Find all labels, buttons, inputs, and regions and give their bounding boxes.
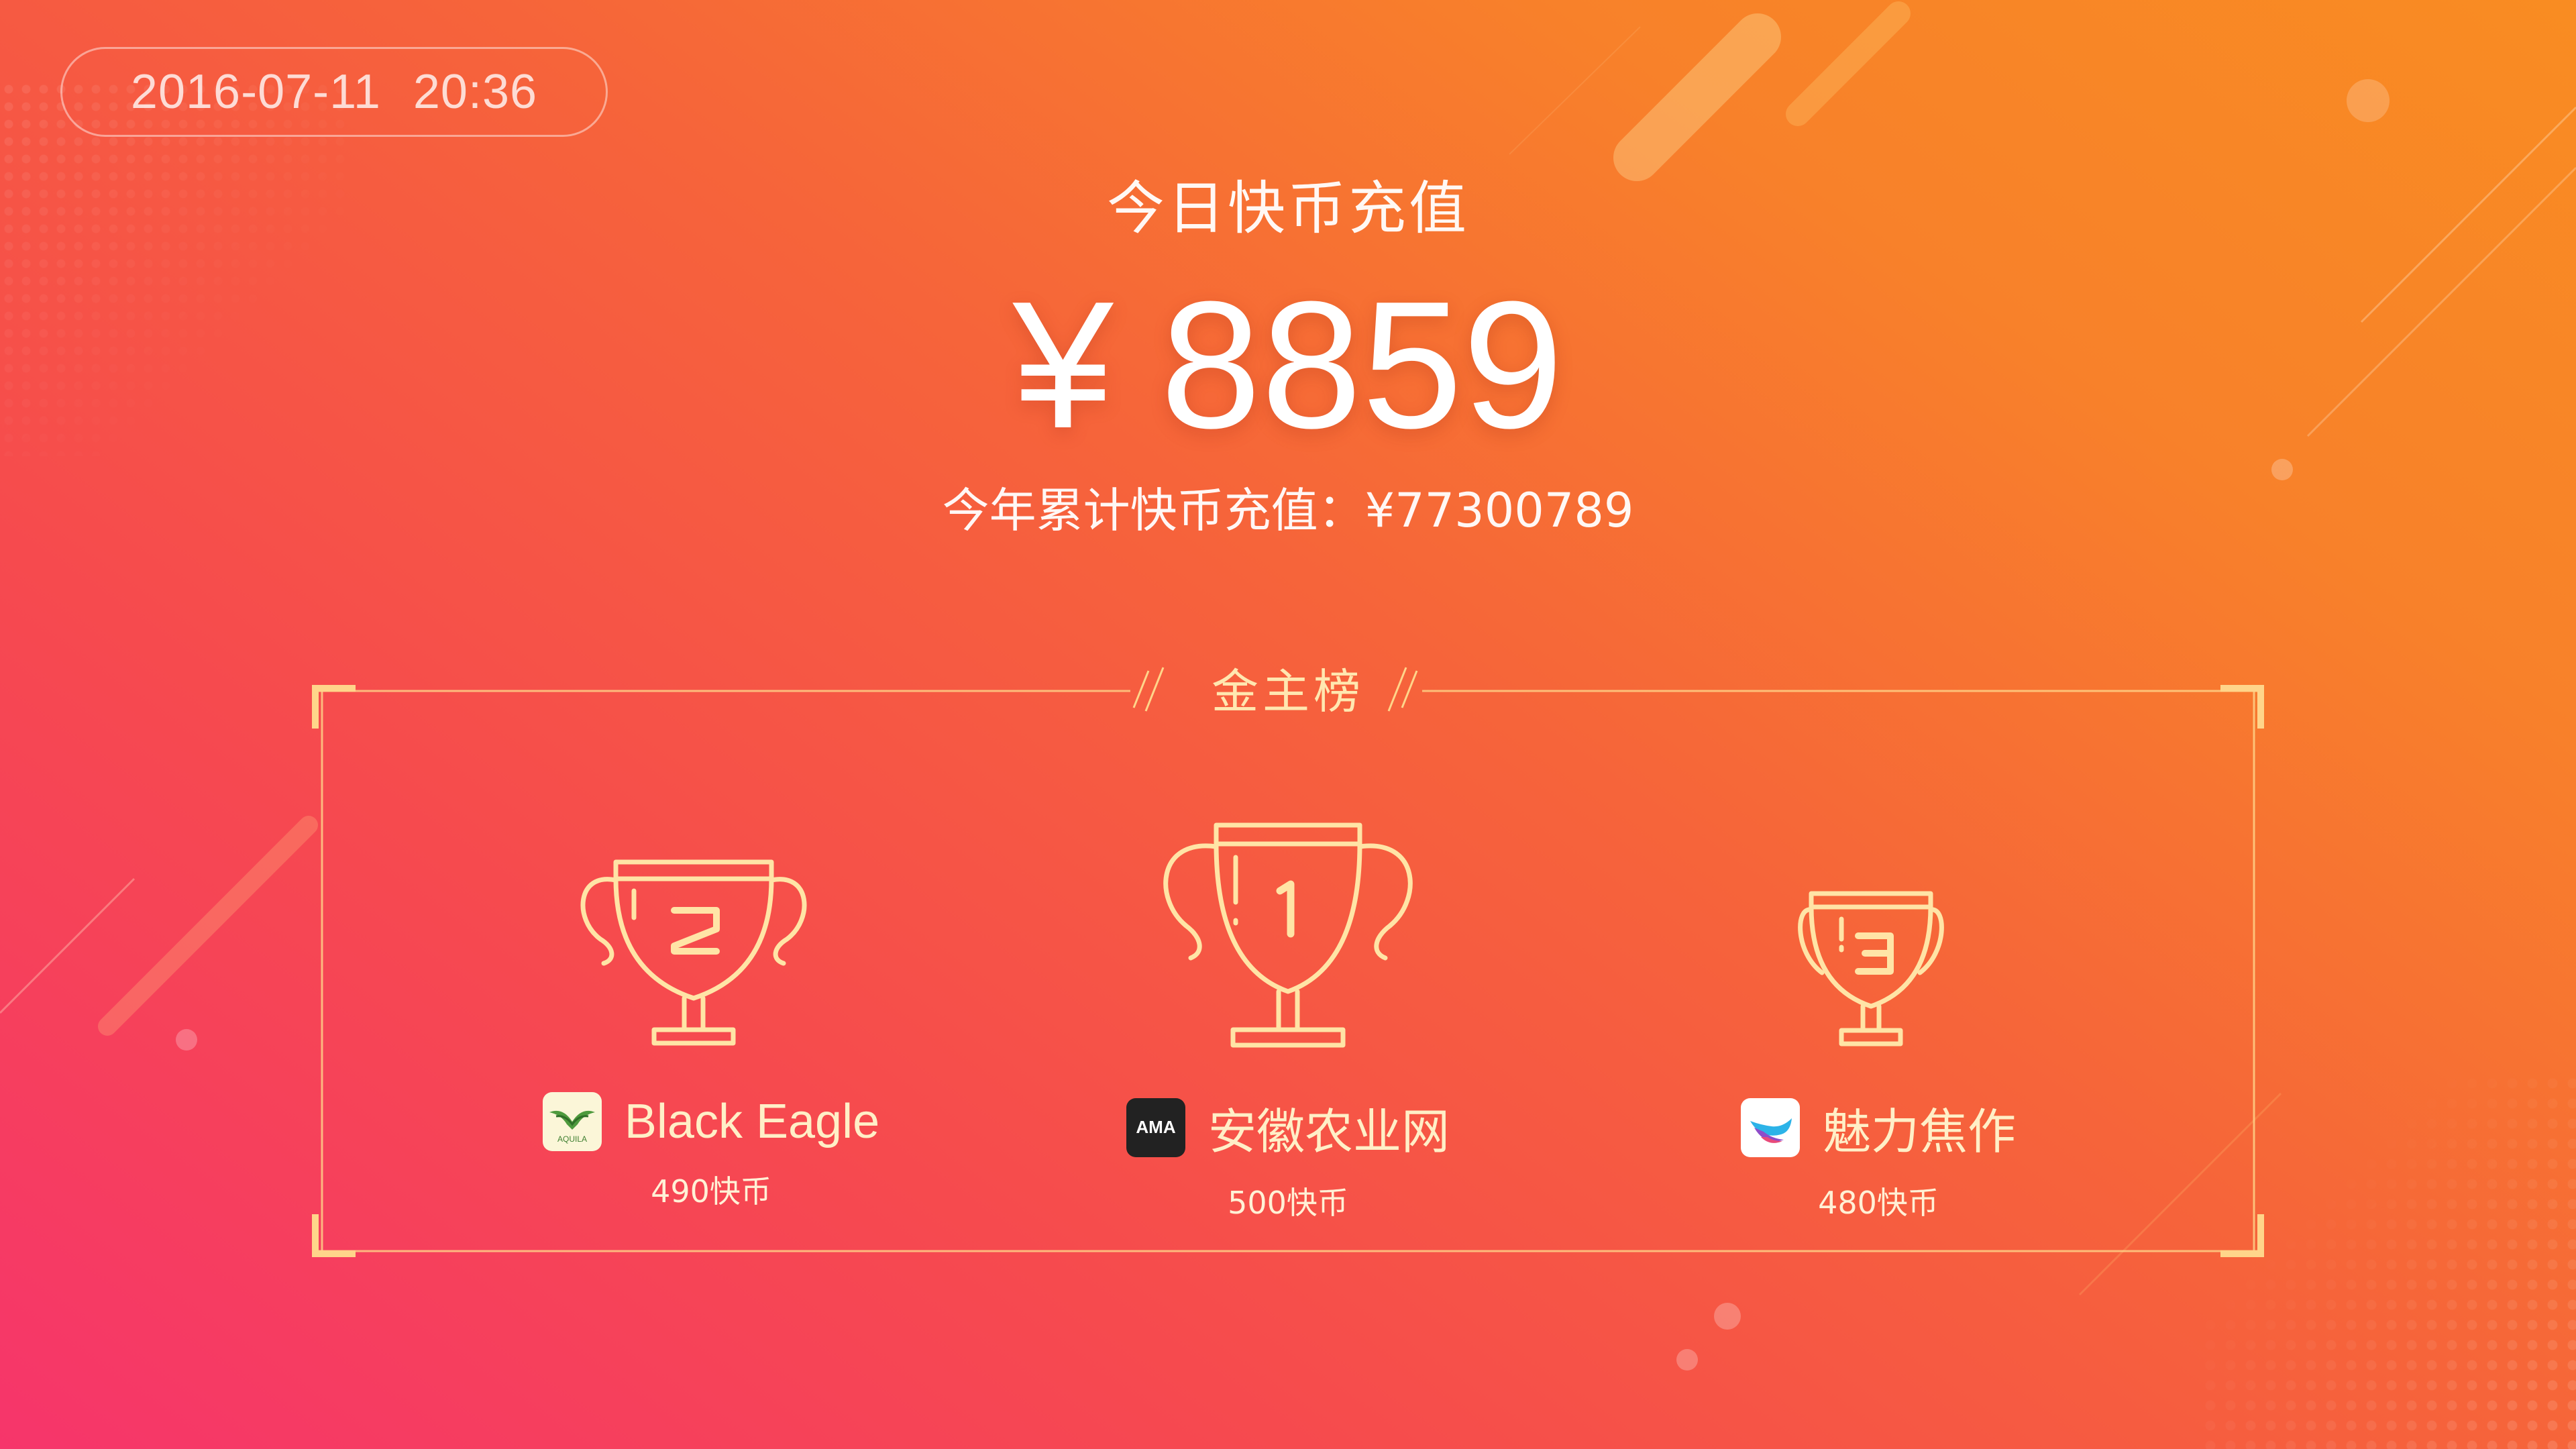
entry-name: Black Eagle	[624, 1095, 880, 1148]
dot-pattern-bottom-right	[2200, 1073, 2576, 1449]
entry-name: 魅力焦作	[1822, 1106, 2016, 1159]
svg-text:AMA: AMA	[1136, 1117, 1175, 1137]
entry-coins: 480快币	[1818, 1185, 1939, 1221]
svg-text:AQUILA: AQUILA	[557, 1134, 587, 1144]
entry-coins: 490快币	[651, 1173, 771, 1210]
entry-coins: 500快币	[1228, 1185, 1348, 1221]
date-text: 2016-07-11	[130, 65, 381, 119]
page-heading: 今日快币充值	[1107, 175, 1469, 242]
amount-value: 8859	[1160, 264, 1564, 466]
currency-symbol: ¥	[1012, 264, 1114, 466]
ama-logo: AMA	[1126, 1097, 1185, 1157]
aquila-eagle-logo: AQUILA	[542, 1092, 602, 1151]
leaderboard-title: 金主榜	[1212, 664, 1364, 719]
bird-logo	[1740, 1097, 1800, 1157]
trophy-3-icon	[1798, 891, 1944, 1046]
today-amount: ¥8859	[0, 265, 2576, 466]
trophy-2-icon	[580, 859, 807, 1046]
yearly-total-text: 今年累计快币充值：¥77300789	[942, 483, 1634, 538]
leaderboard-entry-2: AQUILA Black Eagle 490快币	[523, 1092, 899, 1212]
leaderboard-entry-3: 魅力焦作 480快币	[1717, 1092, 2039, 1223]
leaderboard-entry-1: AMA 安徽农业网 500快币	[1114, 1092, 1462, 1223]
time-text: 20:36	[413, 65, 538, 119]
trophy-1-icon	[1163, 822, 1413, 1048]
entry-name: 安徽农业网	[1208, 1106, 1450, 1159]
datetime-badge: 2016-07-11 20:36	[60, 47, 608, 137]
